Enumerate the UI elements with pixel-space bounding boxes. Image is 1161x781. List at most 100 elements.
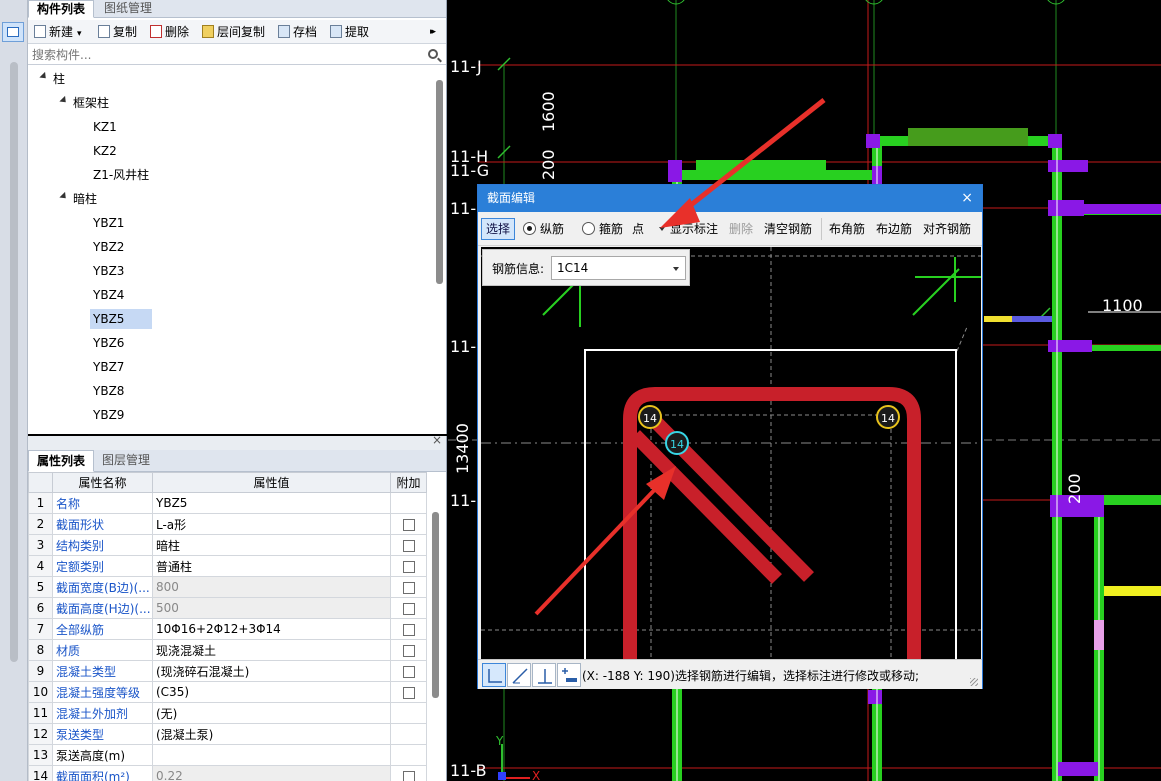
tree-item[interactable]: KZ2 [90,141,120,161]
section-edit-dialog: 截面编辑 × 选择 纵筋 箍筋 点 显示标注 删除 清空钢筋 布角筋 布边筋 对… [477,184,983,689]
tree-node-frame-column[interactable]: 框架柱 [70,93,112,113]
floor-copy-button[interactable]: 层间复制 [202,23,265,41]
component-search-input[interactable] [28,45,423,64]
rebar-point[interactable]: 14 [638,405,662,429]
table-row[interactable]: 2 截面形状 L-a形 [28,513,427,535]
perpendicular-icon [538,669,552,684]
table-row[interactable]: 7 全部纵筋 10Φ16+2Φ12+3Φ14 [28,618,427,640]
delete-button[interactable]: 删除 [150,23,189,41]
save-button[interactable]: 存档 [278,23,317,41]
table-row[interactable]: 3 结构类别 暗柱 [28,534,427,556]
tree-item[interactable]: YBZ3 [90,261,127,281]
tree-item[interactable]: YBZ7 [90,357,127,377]
tab-component-list[interactable]: 构件列表 [28,0,95,18]
copy-icon [98,25,110,38]
rebar-info-select[interactable]: 1C14 [551,256,686,280]
tree-item[interactable]: YBZ8 [90,381,127,401]
polar-icon [512,668,528,684]
extra-checkbox[interactable] [402,686,415,699]
longitudinal-label[interactable]: 纵筋 [540,220,564,238]
extra-checkbox[interactable] [402,623,415,636]
edge-rebar-button[interactable]: 布边筋 [876,220,912,238]
delete-rebar-button[interactable]: 删除 [729,220,753,238]
orthogonal-snap-button[interactable] [482,663,506,687]
extra-checkbox[interactable] [402,539,415,552]
toolbar-overflow-icon[interactable]: ▸▸ [430,23,436,41]
show-label-button[interactable]: 显示标注 [670,220,718,238]
table-row[interactable]: 13 泵送高度(m) [28,744,427,766]
table-row[interactable]: 6 截面高度(H边)(... 500 [28,597,427,619]
section-canvas[interactable]: 14 14 14 钢筋信息: 1C14 [481,247,981,659]
dimension-label: 13400 [453,423,472,474]
expand-triangle-icon[interactable] [59,95,69,106]
component-search-bar [28,45,446,65]
tree-item[interactable]: YBZ6 [90,333,127,353]
table-row[interactable]: 11 混凝土外加剂 (无) [28,702,427,724]
rebar-point-highlighted[interactable]: 14 [665,431,689,455]
close-icon[interactable]: × [432,433,442,447]
tree-item[interactable]: YBZ4 [90,285,127,305]
table-row[interactable]: 9 混凝土类型 (现浇碎石混凝土) [28,660,427,682]
dimension-label: 1600 [539,91,558,132]
expand-triangle-icon[interactable] [39,71,49,82]
clear-rebar-button[interactable]: 清空钢筋 [764,220,812,238]
tree-item[interactable]: YBZ2 [90,237,127,257]
perpendicular-snap-button[interactable] [532,663,556,687]
rebar-info-panel: 钢筋信息: 1C14 [482,249,690,286]
rebar-info-label: 钢筋信息: [492,262,545,276]
tree-item[interactable]: YBZ1 [90,213,127,233]
property-scrollbar[interactable] [432,512,439,698]
extra-checkbox[interactable] [402,602,415,615]
component-list-toggle-button[interactable] [2,22,24,42]
dialog-close-icon[interactable]: × [961,185,973,212]
svg-text:14: 14 [670,438,684,451]
tree-item[interactable]: Z1-风井柱 [90,165,152,185]
table-row[interactable]: 4 定额类别 普通柱 [28,555,427,577]
dimension-label: 200 [1065,473,1084,504]
table-row[interactable]: 12 泵送类型 (混凝土泵) [28,723,427,745]
extra-checkbox[interactable] [402,518,415,531]
extra-checkbox[interactable] [402,581,415,594]
new-button[interactable]: 新建 ▾ [34,23,82,41]
extra-checkbox[interactable] [402,560,415,573]
tree-item[interactable]: YBZ9 [90,405,127,425]
tab-layer-management[interactable]: 图层管理 [94,450,158,472]
component-tree: 柱 框架柱 KZ1 KZ2 Z1-风井柱 暗柱 YBZ1 YBZ2 YBZ3 Y… [28,66,436,430]
polar-snap-button[interactable] [507,663,531,687]
rebar-point[interactable]: 14 [876,405,900,429]
property-panel-header: × [28,433,446,450]
expand-triangle-icon[interactable] [59,191,69,202]
table-row[interactable]: 10 混凝土强度等级 (C35) [28,681,427,703]
axis-label: 11-J [450,57,482,76]
extract-button[interactable]: 提取 [330,23,369,41]
copy-button[interactable]: 复制 [98,23,137,41]
extra-checkbox[interactable] [402,665,415,678]
tab-property-list[interactable]: 属性列表 [28,450,95,472]
stirrup-radio[interactable] [582,222,595,235]
align-rebar-button[interactable]: 对齐钢筋 [923,220,971,238]
extra-checkbox[interactable] [402,644,415,657]
dimension-snap-button[interactable] [557,663,581,687]
tree-scrollbar[interactable] [436,80,443,284]
extract-icon [330,25,342,38]
draw-mode-select[interactable]: 点 [629,219,667,239]
table-row[interactable]: 8 材质 现浇混凝土 [28,639,427,661]
stirrup-label[interactable]: 箍筋 [599,220,623,238]
tree-node-column[interactable]: 柱 [50,69,68,89]
tree-item-selected[interactable]: YBZ5 [90,309,152,329]
table-row[interactable]: 14 截面面积(m²) 0.22 [28,765,427,781]
table-row[interactable]: 5 截面宽度(B边)(... 800 [28,576,427,598]
property-table: 属性名称 属性值 附加 1 名称 YBZ5 2 截面形状 L-a形 3 结构类别 暗柱 4定… [28,472,427,781]
resize-grip-icon[interactable] [970,678,978,686]
longitudinal-radio[interactable] [523,222,536,235]
select-mode-button[interactable]: 选择 [481,218,515,240]
left-strip-scrollbar[interactable] [10,62,18,662]
extra-checkbox[interactable] [402,770,415,781]
corner-rebar-button[interactable]: 布角筋 [829,220,865,238]
search-icon[interactable] [428,49,438,59]
tab-drawing-management[interactable]: 图纸管理 [96,0,160,18]
table-row[interactable]: 1 名称 YBZ5 [28,492,427,514]
tree-node-hidden-column[interactable]: 暗柱 [70,189,100,209]
dialog-title-bar[interactable]: 截面编辑 × [478,185,982,212]
tree-item[interactable]: KZ1 [90,117,120,137]
